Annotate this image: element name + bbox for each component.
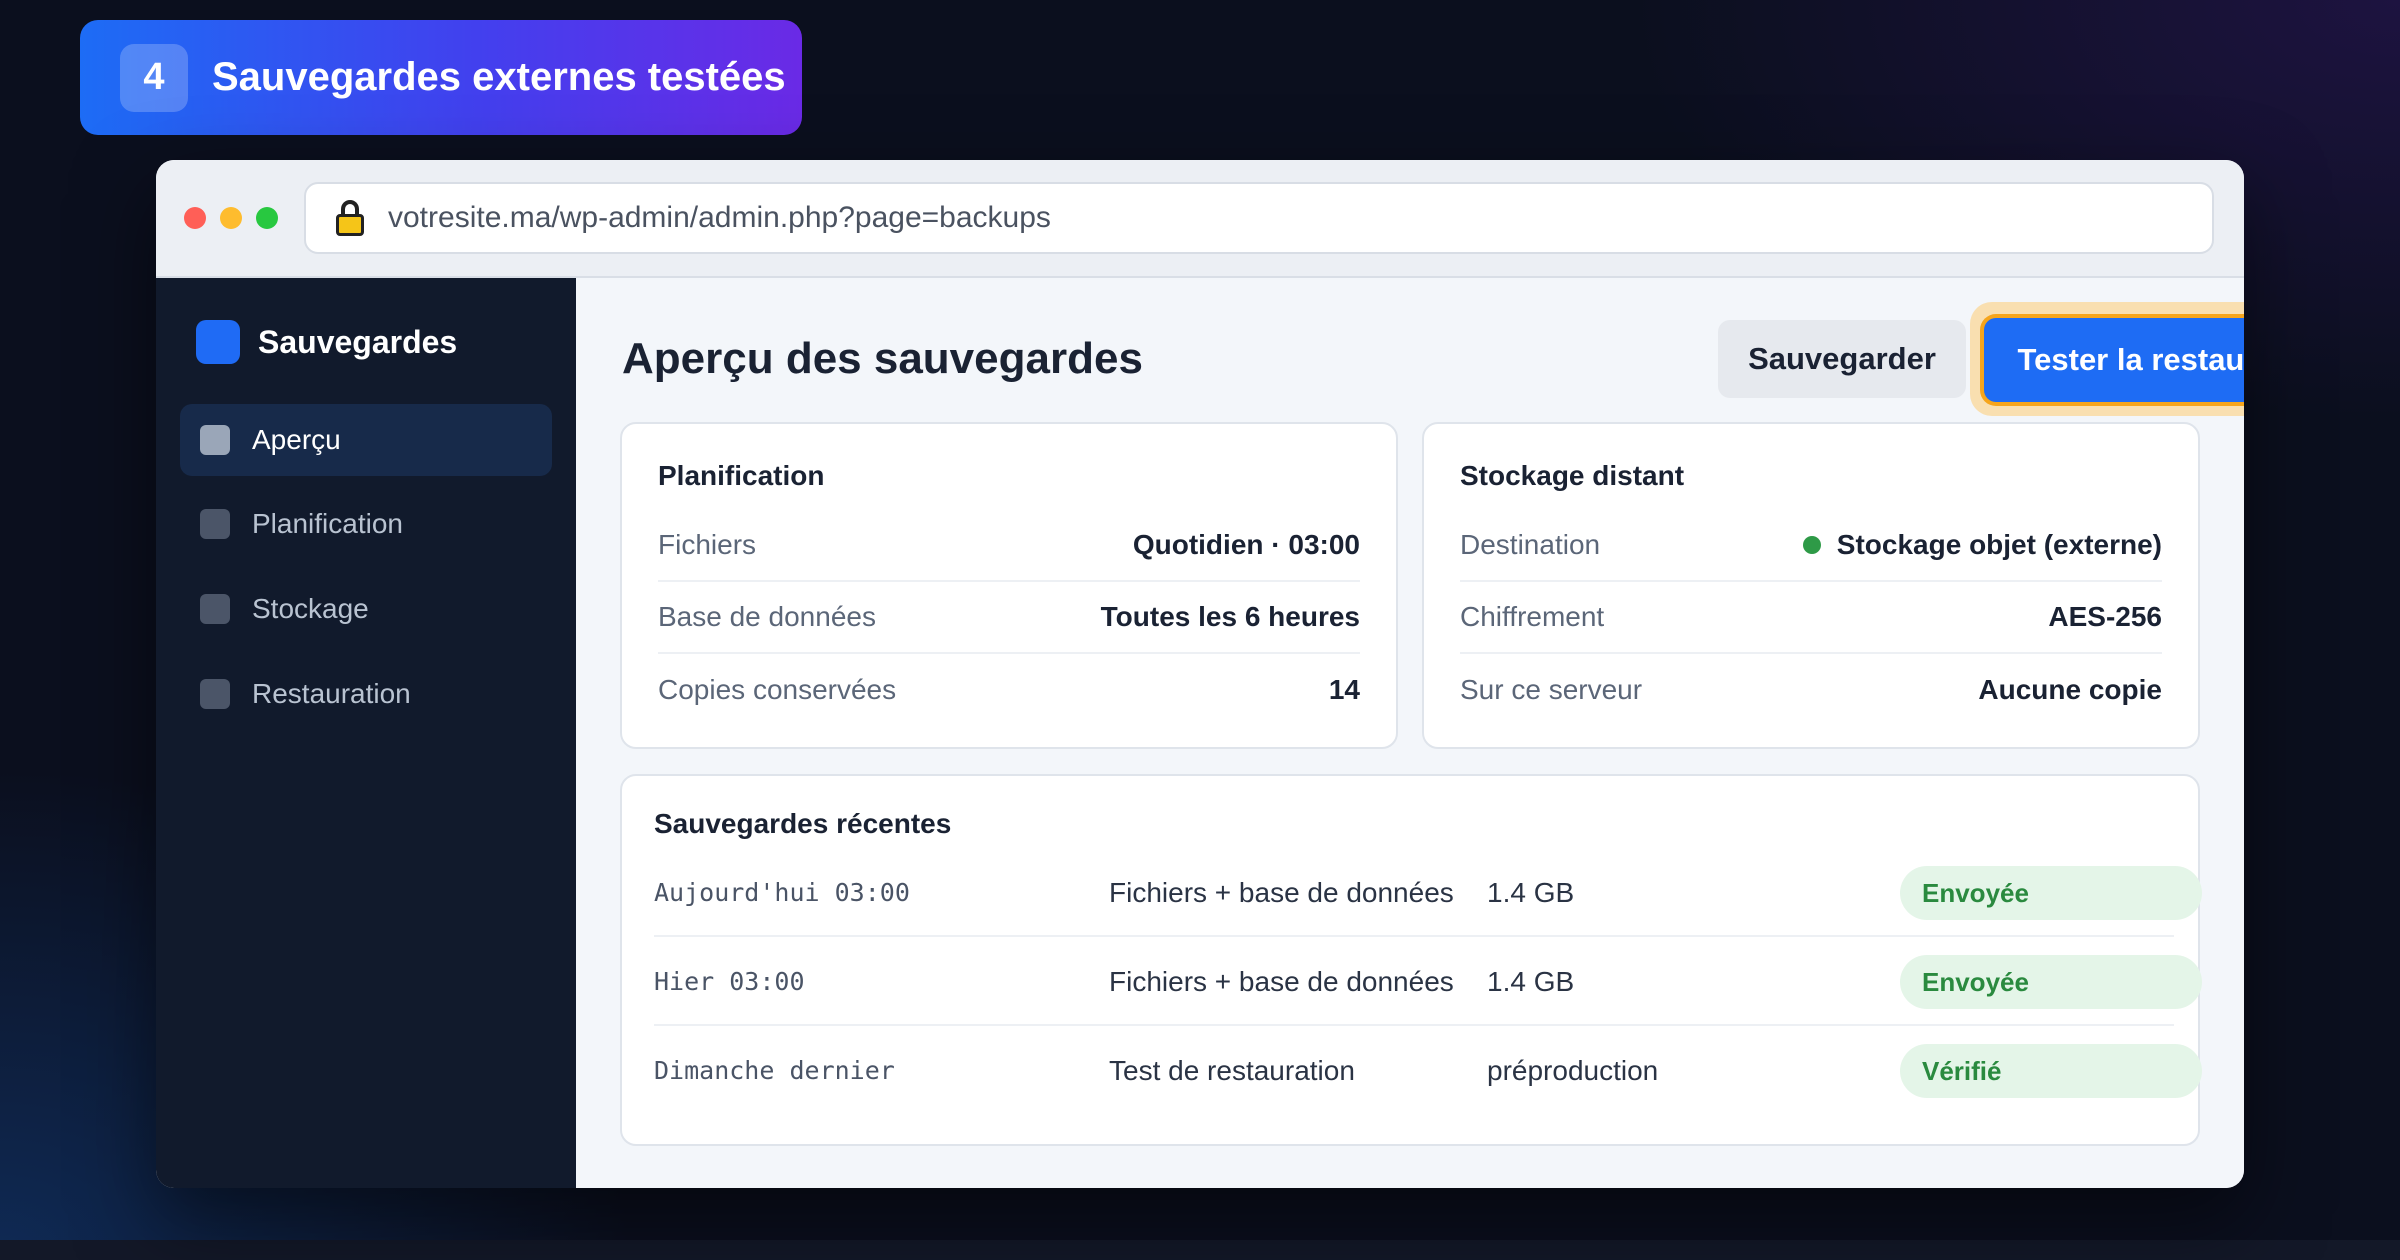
backup-size: 1.4 GB xyxy=(1487,965,1575,997)
address-bar[interactable]: votresite.ma/wp-admin/admin.php?page=bac… xyxy=(304,182,2214,254)
square-icon xyxy=(200,425,230,455)
step-banner: 4 Sauvegardes externes testées xyxy=(80,20,802,135)
bottom-band xyxy=(0,1240,2400,1260)
storage-row-value: Aucune copie xyxy=(1978,674,2162,705)
sidebar-item-label: Stockage xyxy=(252,593,369,624)
schedule-card-title: Planification xyxy=(658,460,825,491)
brand-logo-icon xyxy=(196,320,240,364)
storage-row-value: AES-256 xyxy=(2048,601,2162,632)
schedule-row: Base de données Toutes les 6 heures xyxy=(658,582,1360,654)
backup-type: Test de restauration xyxy=(1109,1054,1355,1086)
square-icon xyxy=(200,679,230,709)
schedule-row-key: Copies conservées xyxy=(658,674,897,705)
square-icon xyxy=(200,594,230,624)
recent-backups-card: Sauvegardes récentes Aujourd'hui 03:00 F… xyxy=(620,774,2202,1146)
square-icon xyxy=(200,509,230,539)
storage-card: Stockage distant Destination Stockage ob… xyxy=(1422,422,2200,749)
status-badge: Envoyée xyxy=(1900,955,2202,1009)
backup-size: préproduction xyxy=(1487,1054,1659,1086)
storage-row: Sur ce serveur Aucune copie xyxy=(1460,654,2162,726)
schedule-card: Planification Fichiers Quotidien · 03:00… xyxy=(620,422,1398,749)
close-window-icon[interactable] xyxy=(184,207,206,229)
schedule-row-value: Toutes les 6 heures xyxy=(1100,601,1360,632)
backup-now-button[interactable]: Sauvegarder xyxy=(1718,320,1966,398)
sidebar-item-label: Planification xyxy=(252,508,403,539)
storage-row-key: Destination xyxy=(1460,529,1601,560)
backup-time: Aujourd'hui 03:00 xyxy=(654,878,910,907)
recent-backups-title: Sauvegardes récentes xyxy=(654,808,952,839)
sidebar-item-planification[interactable]: Planification xyxy=(180,488,552,560)
storage-row: Chiffrement AES-256 xyxy=(1460,582,2162,654)
sidebar: Sauvegardes Aperçu Planification Stockag… xyxy=(156,278,576,1188)
table-row: Dimanche dernier Test de restauration pr… xyxy=(654,1026,2202,1115)
brand-name: Sauvegardes xyxy=(258,323,458,360)
schedule-row-key: Fichiers xyxy=(658,529,757,560)
status-dot-icon xyxy=(1802,536,1821,554)
schedule-row-key: Base de données xyxy=(658,601,876,632)
status-badge: Vérifié xyxy=(1900,1044,2202,1098)
sidebar-item-label: Aperçu xyxy=(252,424,341,455)
status-badge: Envoyée xyxy=(1900,866,2202,920)
sidebar-item-stockage[interactable]: Stockage xyxy=(180,573,552,645)
sidebar-item-apercu[interactable]: Aperçu xyxy=(180,404,552,476)
backup-type: Fichiers + base de données xyxy=(1109,876,1454,908)
sidebar-brand: Sauvegardes xyxy=(196,320,457,364)
test-restore-button[interactable]: Tester la restauration xyxy=(1984,318,2244,402)
minimize-window-icon[interactable] xyxy=(220,207,242,229)
schedule-row: Fichiers Quotidien · 03:00 xyxy=(658,510,1360,582)
schedule-row-value: 14 xyxy=(1328,674,1360,705)
backup-time: Dimanche dernier xyxy=(654,1056,895,1085)
url-text: votresite.ma/wp-admin/admin.php?page=bac… xyxy=(388,201,1051,234)
sidebar-item-label: Restauration xyxy=(252,678,411,709)
step-title: Sauvegardes externes testées xyxy=(212,55,786,99)
backup-type: Fichiers + base de données xyxy=(1109,965,1454,997)
page-title: Aperçu des sauvegardes xyxy=(622,334,1143,383)
storage-row-value: Stockage objet (externe) xyxy=(1836,529,2162,560)
schedule-row-value: Quotidien · 03:00 xyxy=(1132,529,1360,560)
browser-titlebar: votresite.ma/wp-admin/admin.php?page=bac… xyxy=(156,160,2244,278)
schedule-row: Copies conservées 14 xyxy=(658,654,1360,726)
table-row: Aujourd'hui 03:00 Fichiers + base de don… xyxy=(654,848,2202,937)
step-number: 4 xyxy=(120,43,188,112)
table-row: Hier 03:00 Fichiers + base de données 1.… xyxy=(654,937,2202,1026)
sidebar-item-restauration[interactable]: Restauration xyxy=(180,658,552,730)
backup-size: 1.4 GB xyxy=(1487,876,1575,908)
maximize-window-icon[interactable] xyxy=(256,207,278,229)
storage-card-title: Stockage distant xyxy=(1460,460,1685,491)
backup-time: Hier 03:00 xyxy=(654,967,805,996)
storage-row: Destination Stockage objet (externe) xyxy=(1460,510,2162,582)
storage-row-value-wrap: Stockage objet (externe) xyxy=(1802,529,2162,561)
storage-row-key: Chiffrement xyxy=(1460,601,1605,632)
lock-icon xyxy=(336,200,364,236)
storage-row-key: Sur ce serveur xyxy=(1460,674,1643,705)
